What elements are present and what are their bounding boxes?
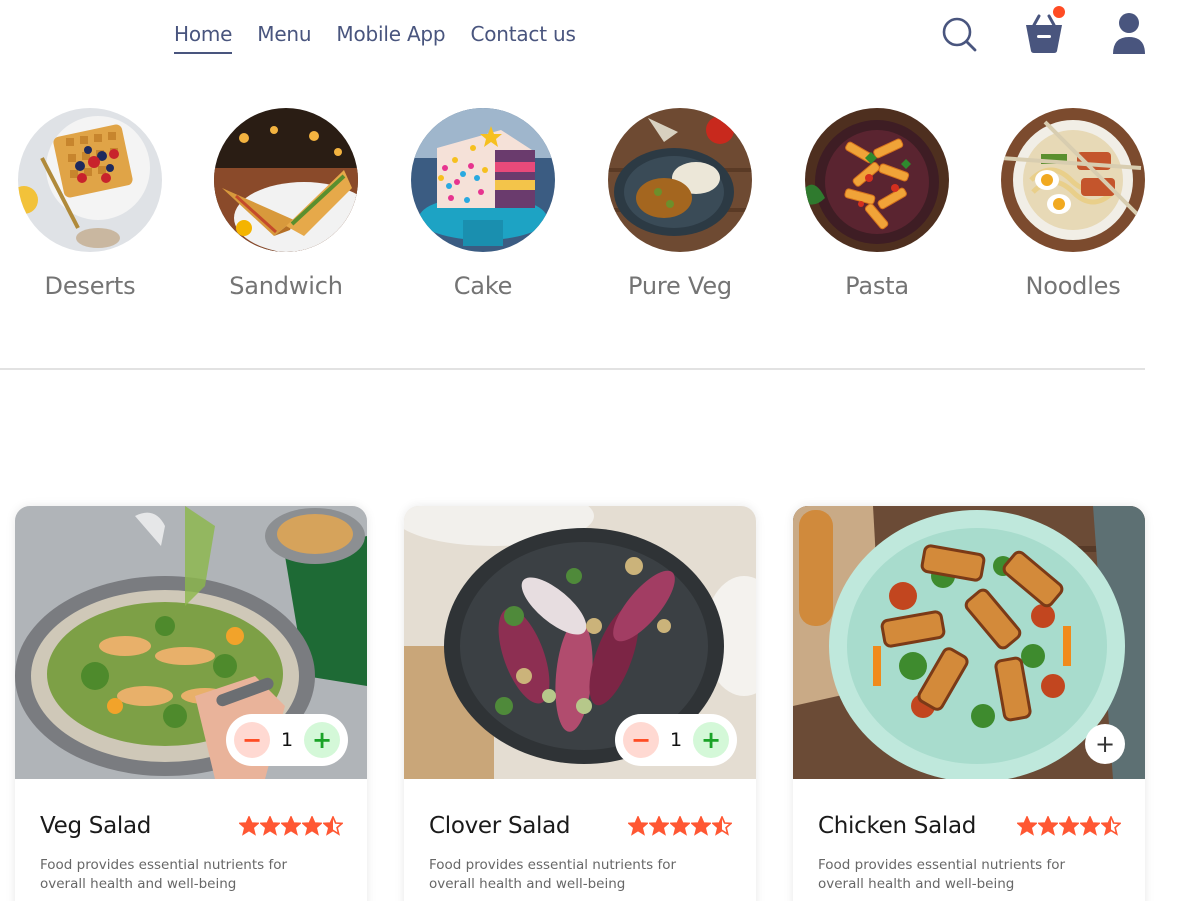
category-cake[interactable]: Cake	[410, 108, 556, 300]
decrement-button[interactable]: −	[623, 722, 659, 758]
search-button[interactable]	[940, 14, 980, 54]
star-icon	[649, 816, 669, 836]
star-icon	[1080, 816, 1100, 836]
star-icon	[691, 816, 711, 836]
category-label: Pasta	[845, 272, 909, 300]
increment-button[interactable]: +	[693, 722, 729, 758]
quantity-stepper: − 1 +	[226, 714, 348, 766]
star-icon	[1017, 816, 1037, 836]
decrement-button[interactable]: −	[234, 722, 270, 758]
category-pasta[interactable]: Pasta	[804, 108, 950, 300]
category-noodles[interactable]: Noodles	[1000, 108, 1146, 300]
category-label: Sandwich	[229, 272, 343, 300]
category-image	[1001, 108, 1145, 252]
section-divider	[0, 368, 1145, 370]
profile-icon	[1113, 13, 1145, 54]
category-image	[18, 108, 162, 252]
star-icon	[670, 816, 690, 836]
food-image: − 1 +	[404, 506, 756, 779]
cart-button[interactable]	[1022, 6, 1066, 54]
nav-home[interactable]: Home	[174, 21, 232, 54]
nav-mobile-app[interactable]: Mobile App	[336, 21, 445, 54]
quantity-stepper: − 1 +	[615, 714, 737, 766]
nav-menu[interactable]: Menu	[257, 21, 311, 54]
cart-indicator-dot	[1053, 6, 1065, 18]
quantity-value: 1	[280, 729, 294, 751]
half-star-icon	[323, 816, 343, 836]
category-image	[805, 108, 949, 252]
add-to-cart-button[interactable]: +	[1085, 724, 1125, 764]
food-image: − 1 +	[15, 506, 367, 779]
main-nav: Home Menu Mobile App Contact us	[174, 21, 576, 54]
category-image	[214, 108, 358, 252]
profile-button[interactable]	[1110, 12, 1148, 56]
category-sandwich[interactable]: Sandwich	[213, 108, 359, 300]
rating-stars	[239, 816, 343, 836]
food-description: Food provides essential nutrients for ov…	[40, 857, 288, 892]
star-icon	[239, 816, 259, 836]
food-name: Chicken Salad	[818, 813, 977, 839]
food-name: Veg Salad	[40, 813, 152, 839]
category-label: Noodles	[1025, 272, 1121, 300]
star-icon	[260, 816, 280, 836]
category-pure-veg[interactable]: Pure Veg	[607, 108, 753, 300]
food-card-clover-salad[interactable]: − 1 + Clover Salad Food provides essenti…	[404, 506, 756, 901]
star-icon	[281, 816, 301, 836]
star-icon	[1038, 816, 1058, 836]
food-name: Clover Salad	[429, 813, 571, 839]
food-card-chicken-salad[interactable]: + Chicken Salad Food provides essential …	[793, 506, 1145, 901]
star-icon	[1059, 816, 1079, 836]
food-description: Food provides essential nutrients for ov…	[818, 857, 1066, 892]
nav-contact-us[interactable]: Contact us	[470, 21, 575, 54]
quantity-value: 1	[669, 729, 683, 751]
food-description: Food provides essential nutrients for ov…	[429, 857, 677, 892]
category-deserts[interactable]: Deserts	[17, 108, 163, 300]
increment-button[interactable]: +	[304, 722, 340, 758]
star-icon	[302, 816, 322, 836]
category-label: Pure Veg	[628, 272, 732, 300]
category-label: Cake	[453, 272, 513, 300]
category-image	[608, 108, 752, 252]
food-image: +	[793, 506, 1145, 779]
half-star-icon	[1101, 816, 1121, 836]
category-label: Deserts	[44, 272, 136, 300]
search-icon	[942, 17, 977, 52]
food-card-veg-salad[interactable]: − 1 + Veg Salad Food provides essential …	[15, 506, 367, 901]
category-image	[411, 108, 555, 252]
rating-stars	[1017, 816, 1121, 836]
star-icon	[628, 816, 648, 836]
half-star-icon	[712, 816, 732, 836]
rating-stars	[628, 816, 732, 836]
